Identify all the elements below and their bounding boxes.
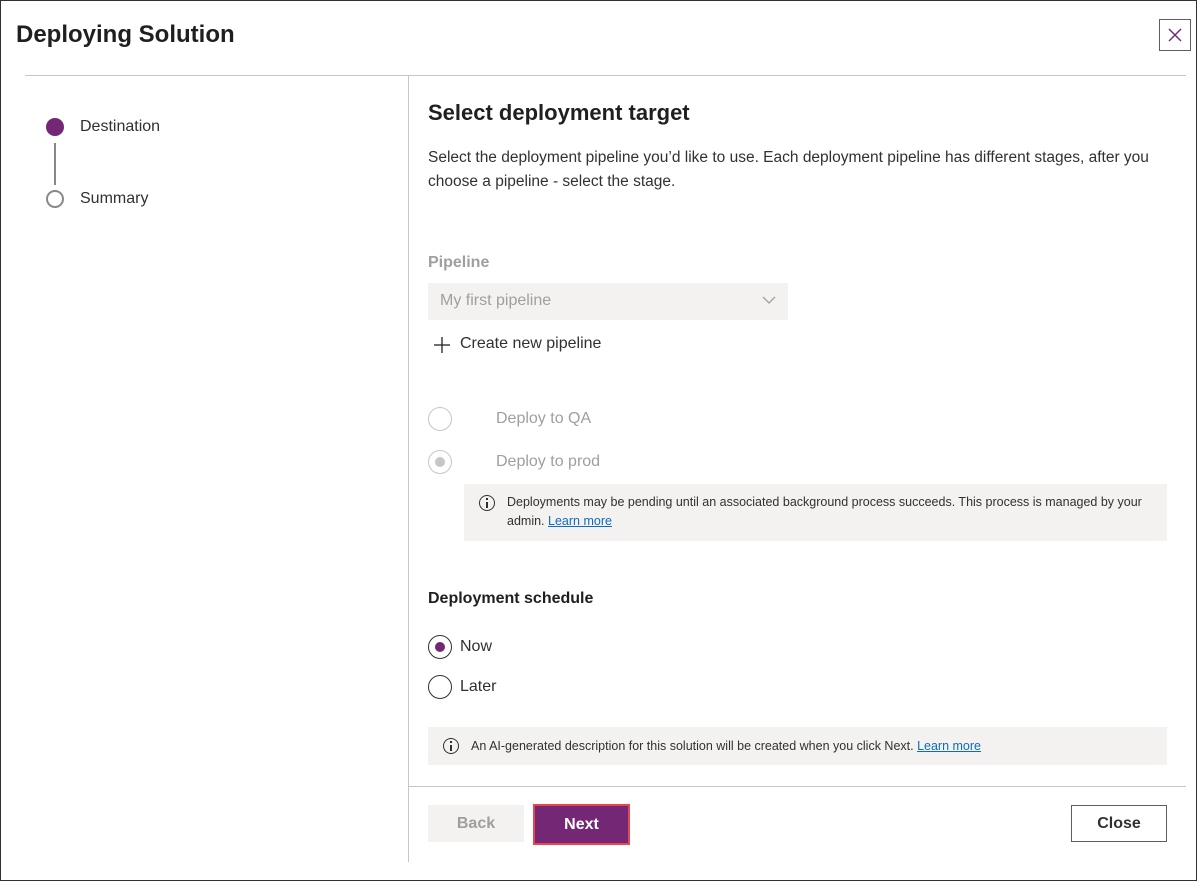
close-button[interactable]: Close [1071, 805, 1167, 842]
back-button[interactable]: Back [428, 805, 524, 842]
schedule-later-label: Later [460, 678, 497, 695]
schedule-now-label: Now [460, 638, 493, 655]
deploy-dialog: Deploying Solution Destination Summary S… [0, 0, 1197, 881]
pipeline-dropdown-value: My first pipeline [440, 292, 552, 309]
schedule-later-radio[interactable] [428, 675, 452, 699]
chevron-down-icon [762, 296, 776, 304]
panel-divider [408, 76, 409, 862]
close-dialog-button[interactable] [1159, 19, 1191, 51]
close-icon [1168, 28, 1182, 42]
info-icon [479, 495, 495, 511]
step-destination-label: Destination [80, 118, 161, 135]
stage-prod-label: Deploy to prod [496, 453, 601, 470]
next-button[interactable]: Next [533, 804, 630, 845]
pending-notice: Deployments may be pending until an asso… [464, 484, 1167, 541]
pipeline-dropdown[interactable]: My first pipeline [428, 283, 788, 320]
step-summary-indicator [46, 190, 64, 208]
ai-notice-text: An AI-generated description for this sol… [471, 739, 914, 753]
stage-qa-label: Deploy to QA [496, 410, 592, 427]
section-description: Select the deployment pipeline you’d lik… [428, 149, 1149, 190]
step-connector [54, 143, 56, 185]
schedule-now-radio[interactable] [428, 635, 452, 659]
header-divider [25, 75, 1186, 76]
info-icon [443, 738, 459, 754]
ai-notice: An AI-generated description for this sol… [428, 727, 1167, 765]
schedule-label: Deployment schedule [428, 590, 594, 607]
pipeline-label: Pipeline [428, 254, 490, 271]
stage-prod-radio[interactable] [428, 450, 452, 474]
stage-qa-radio[interactable] [428, 407, 452, 431]
plus-icon [434, 337, 450, 353]
section-title: Select deployment target [428, 100, 690, 125]
step-summary-label: Summary [80, 190, 149, 207]
step-destination-indicator [46, 118, 64, 136]
pending-learn-more-link[interactable]: Learn more [548, 514, 612, 528]
create-pipeline-label: Create new pipeline [460, 335, 602, 352]
ai-learn-more-link[interactable]: Learn more [917, 739, 981, 753]
footer-divider [409, 786, 1186, 787]
dialog-title: Deploying Solution [16, 21, 235, 48]
